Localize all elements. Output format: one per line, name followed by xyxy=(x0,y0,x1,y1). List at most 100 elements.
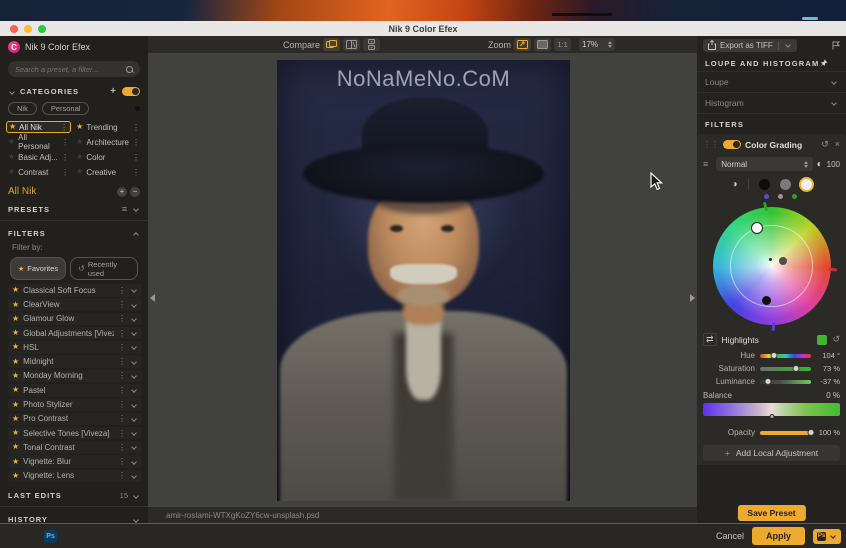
opacity-slider-knob[interactable] xyxy=(808,429,815,436)
star-icon[interactable]: ★ xyxy=(12,386,19,394)
star-icon[interactable]: ★ xyxy=(9,123,16,131)
chevron-down-icon[interactable] xyxy=(9,89,15,95)
more-options-icon[interactable]: ⋮ xyxy=(118,429,126,438)
blend-list-icon[interactable]: ≡ xyxy=(703,159,708,169)
drag-handle-icon[interactable]: ⋮⋮ xyxy=(703,140,719,149)
loupe-histogram-header[interactable]: LOUPE AND HISTOGRAM xyxy=(697,54,846,71)
more-options-icon[interactable]: ⋮ xyxy=(132,153,140,162)
save-preset-button[interactable]: Save Preset xyxy=(737,505,805,521)
more-options-icon[interactable]: ⋮ xyxy=(118,343,126,352)
filter-row[interactable]: ★Classical Soft Focus⋮ xyxy=(8,284,142,297)
chevron-down-icon[interactable] xyxy=(131,302,137,308)
photo-portrait[interactable]: NoNaMeNo.CoM xyxy=(277,60,570,501)
histogram-section[interactable]: Histogram xyxy=(697,92,846,113)
favorites-pill[interactable]: ★ Favorites xyxy=(10,257,66,280)
apply-to-photoshop-button[interactable]: Ps xyxy=(813,529,841,544)
balance-gradient-bar[interactable] xyxy=(703,403,840,416)
more-options-icon[interactable]: ⋮ xyxy=(61,153,69,162)
more-options-icon[interactable]: ⋮ xyxy=(118,286,126,295)
filter-row[interactable]: ★Tonal Contrast⋮ xyxy=(8,441,142,454)
more-options-icon[interactable]: ⋮ xyxy=(118,414,126,423)
categories-toggle[interactable] xyxy=(122,87,140,96)
tag-personal[interactable]: Personal xyxy=(42,102,90,115)
chevron-down-icon[interactable] xyxy=(131,402,137,408)
filter-row[interactable]: ★Selective Tones [Viveza]⋮ xyxy=(8,427,142,440)
saturation-slider[interactable] xyxy=(760,367,811,371)
filter-row[interactable]: ★Monday Morning⋮ xyxy=(8,370,142,383)
star-icon[interactable]: ★ xyxy=(12,472,19,480)
more-options-icon[interactable]: ⋮ xyxy=(118,457,126,466)
sliders-icon[interactable]: ⇄ xyxy=(703,333,717,346)
export-as-tiff-button[interactable]: Export as TIFF xyxy=(703,39,797,52)
star-icon[interactable]: ★ xyxy=(12,415,19,423)
balance-knob[interactable] xyxy=(769,414,774,419)
more-options-icon[interactable]: ⋮ xyxy=(118,329,126,338)
more-options-icon[interactable]: ⋮ xyxy=(118,400,126,409)
stepper-icon[interactable] xyxy=(608,41,612,48)
star-icon[interactable]: ★ xyxy=(12,329,19,337)
category-all-nik[interactable]: ★ All Nik ⋮ xyxy=(6,121,71,133)
filters-header[interactable]: FILTERS xyxy=(0,224,148,241)
image-canvas[interactable]: NoNaMeNo.CoM xyxy=(148,53,697,507)
chevron-down-icon[interactable] xyxy=(131,345,137,351)
collapse-left-panel-arrow[interactable] xyxy=(150,294,155,302)
pin-icon[interactable] xyxy=(819,59,828,68)
filter-row[interactable]: ★HSL⋮ xyxy=(8,341,142,354)
chevron-down-icon[interactable] xyxy=(131,316,137,322)
luminance-slider-knob[interactable] xyxy=(765,378,772,385)
zoom-fill-button[interactable] xyxy=(534,38,551,51)
category-architecture[interactable]: ★ Architecture ⋮ xyxy=(74,136,142,148)
filter-row[interactable]: ★ClearView⋮ xyxy=(8,298,142,311)
categories-header[interactable]: CATEGORIES + xyxy=(0,81,148,100)
star-icon[interactable]: ★ xyxy=(8,138,15,146)
star-icon[interactable]: ★ xyxy=(8,168,15,176)
star-icon[interactable]: ★ xyxy=(12,429,19,437)
blend-mode-select[interactable]: Normal xyxy=(716,157,812,171)
more-options-icon[interactable]: ⋮ xyxy=(118,371,126,380)
category-contrast[interactable]: ★ Contrast ⋮ xyxy=(6,166,71,178)
category-basic-adjustments[interactable]: ★ Basic Adj... ⋮ xyxy=(6,151,71,163)
chevron-down-icon[interactable] xyxy=(131,430,137,436)
chevron-down-icon[interactable] xyxy=(131,287,137,293)
color-grading-toggle[interactable] xyxy=(723,140,741,149)
chevron-down-icon[interactable] xyxy=(133,517,139,523)
filter-row[interactable]: ★Pro Contrast⋮ xyxy=(8,413,142,426)
chevron-down-icon[interactable] xyxy=(131,445,137,451)
opacity-slider[interactable] xyxy=(760,431,811,435)
category-all-personal[interactable]: ★ All Personal ⋮ xyxy=(6,136,71,148)
star-icon[interactable]: ★ xyxy=(12,372,19,380)
more-options-icon[interactable]: ⋮ xyxy=(61,138,69,147)
hue-slider-knob[interactable] xyxy=(770,352,777,359)
highlights-tone-button[interactable] xyxy=(801,179,812,190)
star-icon[interactable]: ★ xyxy=(12,458,19,466)
last-edits-header[interactable]: LAST EDITS 15 xyxy=(0,486,148,503)
highlights-color-swatch[interactable] xyxy=(817,335,827,345)
add-circle-button[interactable]: + xyxy=(117,187,127,197)
filter-row[interactable]: ★Midnight⋮ xyxy=(8,355,142,368)
chevron-down-icon[interactable] xyxy=(131,473,137,479)
more-options-icon[interactable]: ⋮ xyxy=(118,357,126,366)
chevron-up-icon[interactable] xyxy=(133,232,139,238)
more-options-icon[interactable]: ⋮ xyxy=(118,443,126,452)
chevron-down-icon[interactable] xyxy=(831,100,837,106)
category-trending[interactable]: ★ Trending ⋮ xyxy=(74,121,142,133)
compare-stack-button[interactable] xyxy=(363,38,380,51)
add-local-adjustment-button[interactable]: + Add Local Adjustment xyxy=(703,445,840,461)
star-icon[interactable]: ★ xyxy=(12,343,19,351)
zoom-fit-button[interactable] xyxy=(514,38,531,51)
chevron-down-icon[interactable] xyxy=(131,416,137,422)
zoom-one-to-one-button[interactable]: 1:1 xyxy=(554,38,571,51)
close-icon[interactable]: × xyxy=(835,139,840,150)
collapse-right-panel-arrow[interactable] xyxy=(690,294,695,302)
cancel-button[interactable]: Cancel xyxy=(716,531,744,541)
remove-circle-button[interactable]: − xyxy=(130,187,140,197)
search-box[interactable] xyxy=(8,61,140,77)
more-options-icon[interactable]: ⋮ xyxy=(132,138,140,147)
flag-icon[interactable] xyxy=(832,41,840,50)
contrast-icon[interactable]: ◑ xyxy=(731,179,737,190)
filter-row[interactable]: ★Vignette: Blur⋮ xyxy=(8,455,142,468)
compare-preview-button[interactable] xyxy=(323,38,340,51)
presets-header[interactable]: PRESETS ≡ xyxy=(0,199,148,217)
chevron-down-icon[interactable] xyxy=(831,79,837,85)
recently-used-pill[interactable]: ↺ Recently used xyxy=(70,257,138,280)
